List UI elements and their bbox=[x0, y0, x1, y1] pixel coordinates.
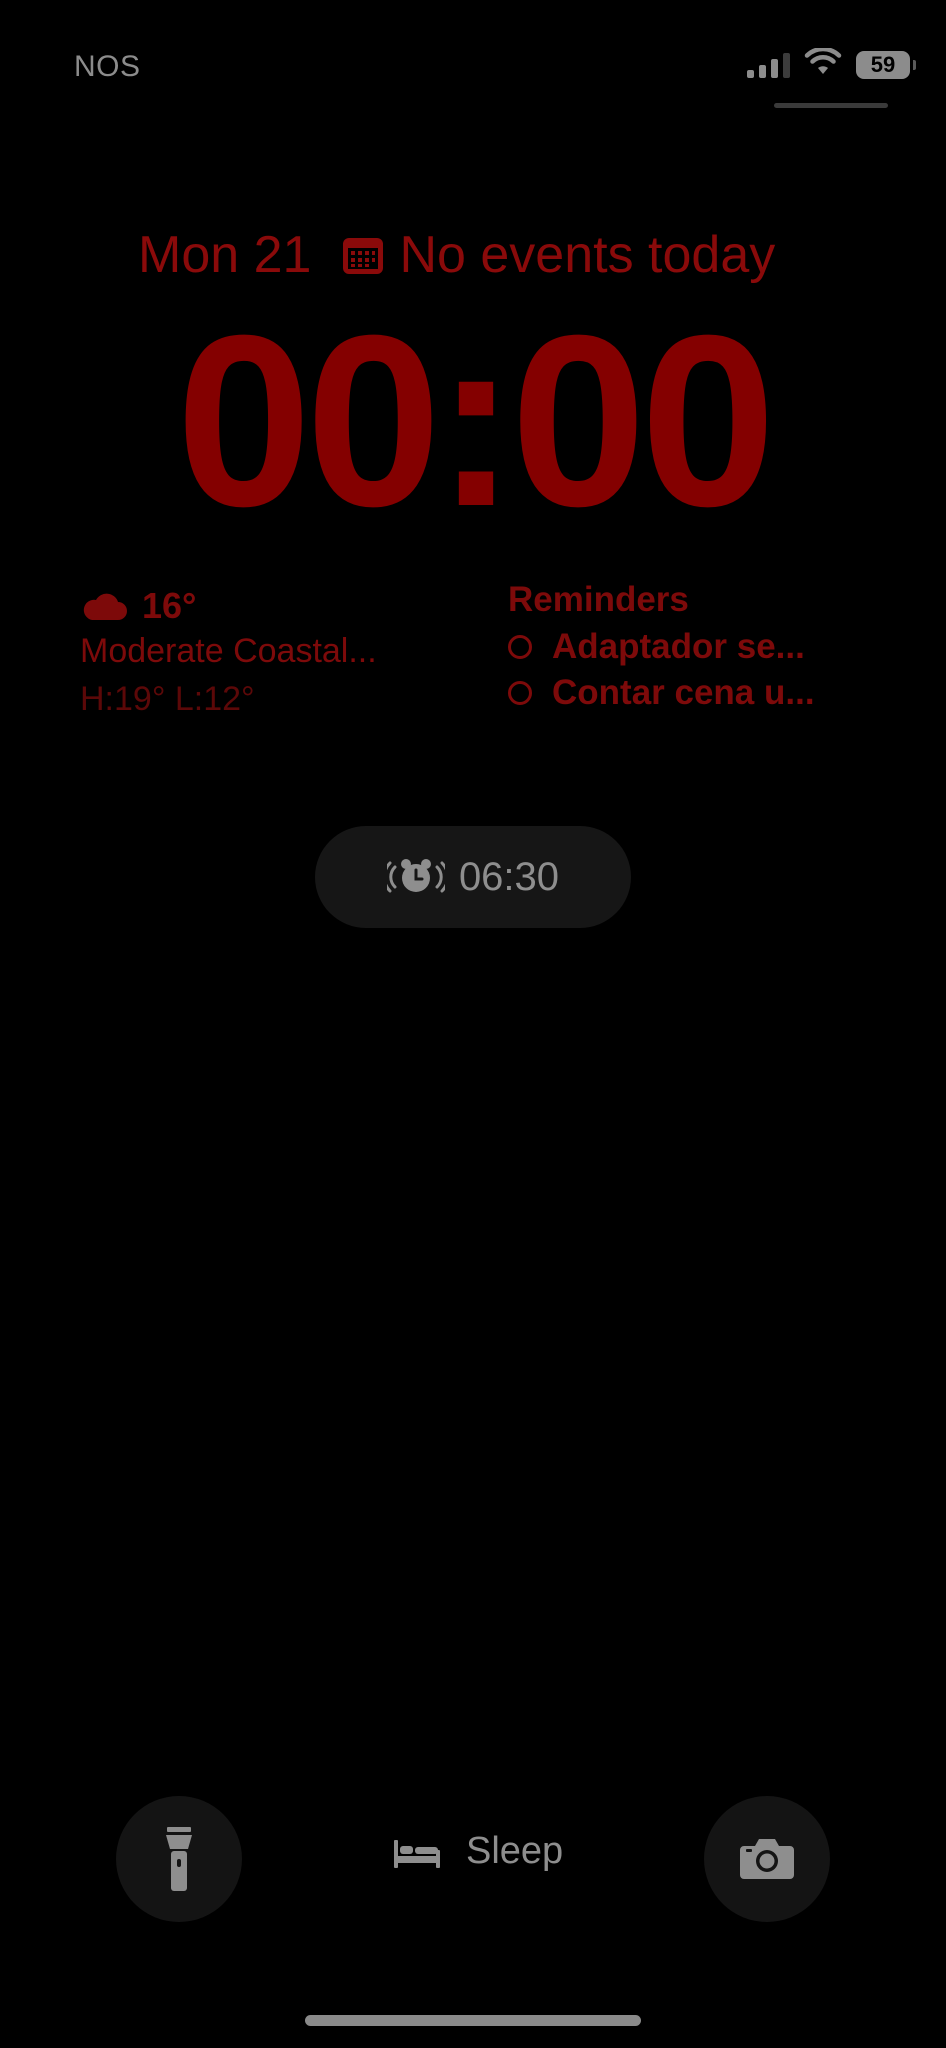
flashlight-icon bbox=[164, 1827, 194, 1891]
alarm-time: 06:30 bbox=[458, 854, 560, 899]
alarm-indicator[interactable]: 06:30 bbox=[315, 826, 631, 928]
sleep-focus-button[interactable]: Sleep bbox=[392, 1830, 563, 1873]
date-label: Mon 21 bbox=[138, 226, 312, 284]
reminder-label: Contar cena u... bbox=[552, 673, 815, 712]
weather-condition: Moderate Coastal... bbox=[80, 632, 377, 670]
flashlight-button[interactable] bbox=[116, 1796, 242, 1922]
wifi-icon bbox=[804, 46, 842, 81]
battery-indicator: 59 bbox=[856, 50, 916, 79]
reminder-item[interactable]: Adaptador se... bbox=[508, 624, 815, 670]
reminder-label: Adaptador se... bbox=[552, 627, 805, 666]
alarm-clock-icon bbox=[386, 857, 445, 897]
calendar-icon bbox=[341, 234, 385, 276]
camera-icon bbox=[738, 1837, 796, 1881]
status-icons: 59 bbox=[747, 46, 916, 81]
reminder-item[interactable]: Contar cena u... bbox=[508, 670, 815, 716]
calendar-status: No events today bbox=[399, 226, 776, 284]
date-widget[interactable]: Mon 21 No events today bbox=[138, 225, 775, 285]
bed-icon bbox=[392, 1836, 442, 1868]
cloud-icon bbox=[80, 590, 128, 622]
weather-widget[interactable]: 16° Moderate Coastal... H:19° L:12° bbox=[80, 584, 377, 724]
lock-screen-clock[interactable]: 00:00 bbox=[128, 296, 818, 546]
notification-handle[interactable] bbox=[774, 103, 888, 108]
reminder-checkbox[interactable] bbox=[508, 681, 532, 705]
weather-high-low: H:19° L:12° bbox=[80, 680, 255, 718]
reminder-checkbox[interactable] bbox=[508, 635, 532, 659]
sleep-label: Sleep bbox=[466, 1830, 564, 1872]
camera-button[interactable] bbox=[704, 1796, 830, 1922]
weather-temperature: 16° bbox=[142, 585, 197, 626]
home-indicator[interactable] bbox=[305, 2015, 641, 2026]
carrier-name: NOS bbox=[74, 50, 141, 83]
reminders-widget[interactable]: Reminders Adaptador se... Contar cena u.… bbox=[508, 580, 815, 716]
reminders-title: Reminders bbox=[508, 580, 689, 619]
signal-icon bbox=[747, 52, 790, 78]
